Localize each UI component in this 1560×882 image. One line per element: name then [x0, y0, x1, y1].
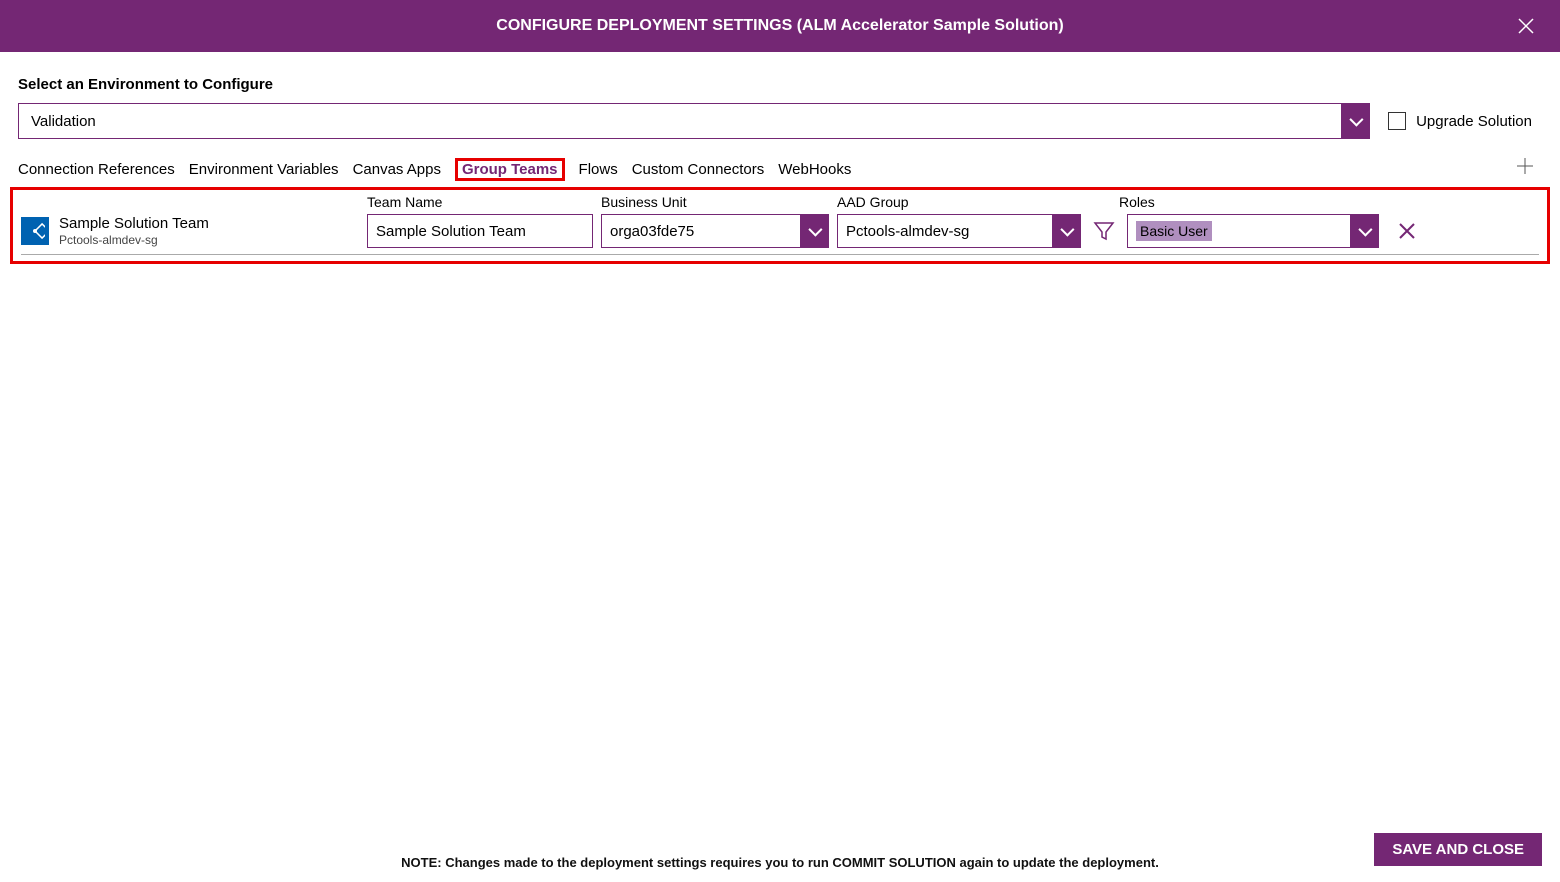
upgrade-solution-checkbox[interactable]: Upgrade Solution [1388, 112, 1532, 130]
close-icon [1517, 17, 1535, 35]
team-info: Sample Solution Team Pctools-almdev-sg [21, 215, 367, 247]
delete-row-button[interactable] [1395, 219, 1419, 243]
filter-icon [1093, 220, 1115, 242]
col-header-aad-group: AAD Group [837, 194, 1119, 210]
business-unit-value: orga03fde75 [602, 215, 800, 247]
col-header-business-unit: Business Unit [601, 194, 837, 210]
aad-group-value: Pctools-almdev-sg [838, 215, 1052, 247]
tab-group-teams[interactable]: Group Teams [455, 158, 565, 181]
filter-button[interactable] [1089, 214, 1119, 248]
chevron-down-icon [1341, 104, 1369, 138]
add-row-button[interactable] [1516, 157, 1542, 181]
header-bar: CONFIGURE DEPLOYMENT SETTINGS (ALM Accel… [0, 0, 1560, 52]
plus-icon [1516, 157, 1534, 175]
content: Select an Environment to Configure Valid… [0, 52, 1560, 882]
team-icon [21, 217, 49, 245]
column-headers: Team Name Business Unit AAD Group Roles [21, 194, 1539, 210]
environment-select[interactable]: Validation [18, 103, 1370, 139]
group-teams-grid: Team Name Business Unit AAD Group Roles … [10, 187, 1550, 264]
team-title: Sample Solution Team [59, 215, 209, 233]
close-icon [1398, 222, 1416, 240]
close-button[interactable] [1512, 12, 1540, 40]
footer: NOTE: Changes made to the deployment set… [0, 855, 1560, 870]
chevron-down-icon [800, 215, 828, 247]
tab-canvas-apps[interactable]: Canvas Apps [353, 161, 441, 178]
team-name-input[interactable]: Sample Solution Team [367, 214, 593, 248]
tab-webhooks[interactable]: WebHooks [778, 161, 851, 178]
tab-environment-variables[interactable]: Environment Variables [189, 161, 339, 178]
team-subtitle: Pctools-almdev-sg [59, 233, 209, 247]
chevron-down-icon [1350, 215, 1378, 247]
env-row: Validation Upgrade Solution [18, 103, 1542, 139]
business-unit-select[interactable]: orga03fde75 [601, 214, 829, 248]
environment-select-value: Validation [19, 104, 1341, 138]
save-and-close-button[interactable]: SAVE AND CLOSE [1374, 833, 1542, 866]
tab-custom-connectors[interactable]: Custom Connectors [632, 161, 765, 178]
env-label: Select an Environment to Configure [18, 76, 1542, 93]
tab-flows[interactable]: Flows [579, 161, 618, 178]
roles-select[interactable]: Basic User [1127, 214, 1379, 248]
roles-chip: Basic User [1136, 221, 1212, 241]
checkbox-icon [1388, 112, 1406, 130]
col-header-roles: Roles [1119, 194, 1399, 210]
tabs: Connection References Environment Variab… [18, 157, 1542, 181]
chevron-down-icon [1052, 215, 1080, 247]
tab-connection-references[interactable]: Connection References [18, 161, 175, 178]
team-name-value: Sample Solution Team [368, 215, 592, 247]
upgrade-solution-label: Upgrade Solution [1416, 113, 1532, 130]
col-header-team-name: Team Name [367, 194, 601, 210]
table-row: Sample Solution Team Pctools-almdev-sg S… [21, 214, 1539, 255]
aad-group-select[interactable]: Pctools-almdev-sg [837, 214, 1081, 248]
footer-note: NOTE: Changes made to the deployment set… [401, 855, 1159, 870]
header-title: CONFIGURE DEPLOYMENT SETTINGS (ALM Accel… [496, 17, 1063, 35]
